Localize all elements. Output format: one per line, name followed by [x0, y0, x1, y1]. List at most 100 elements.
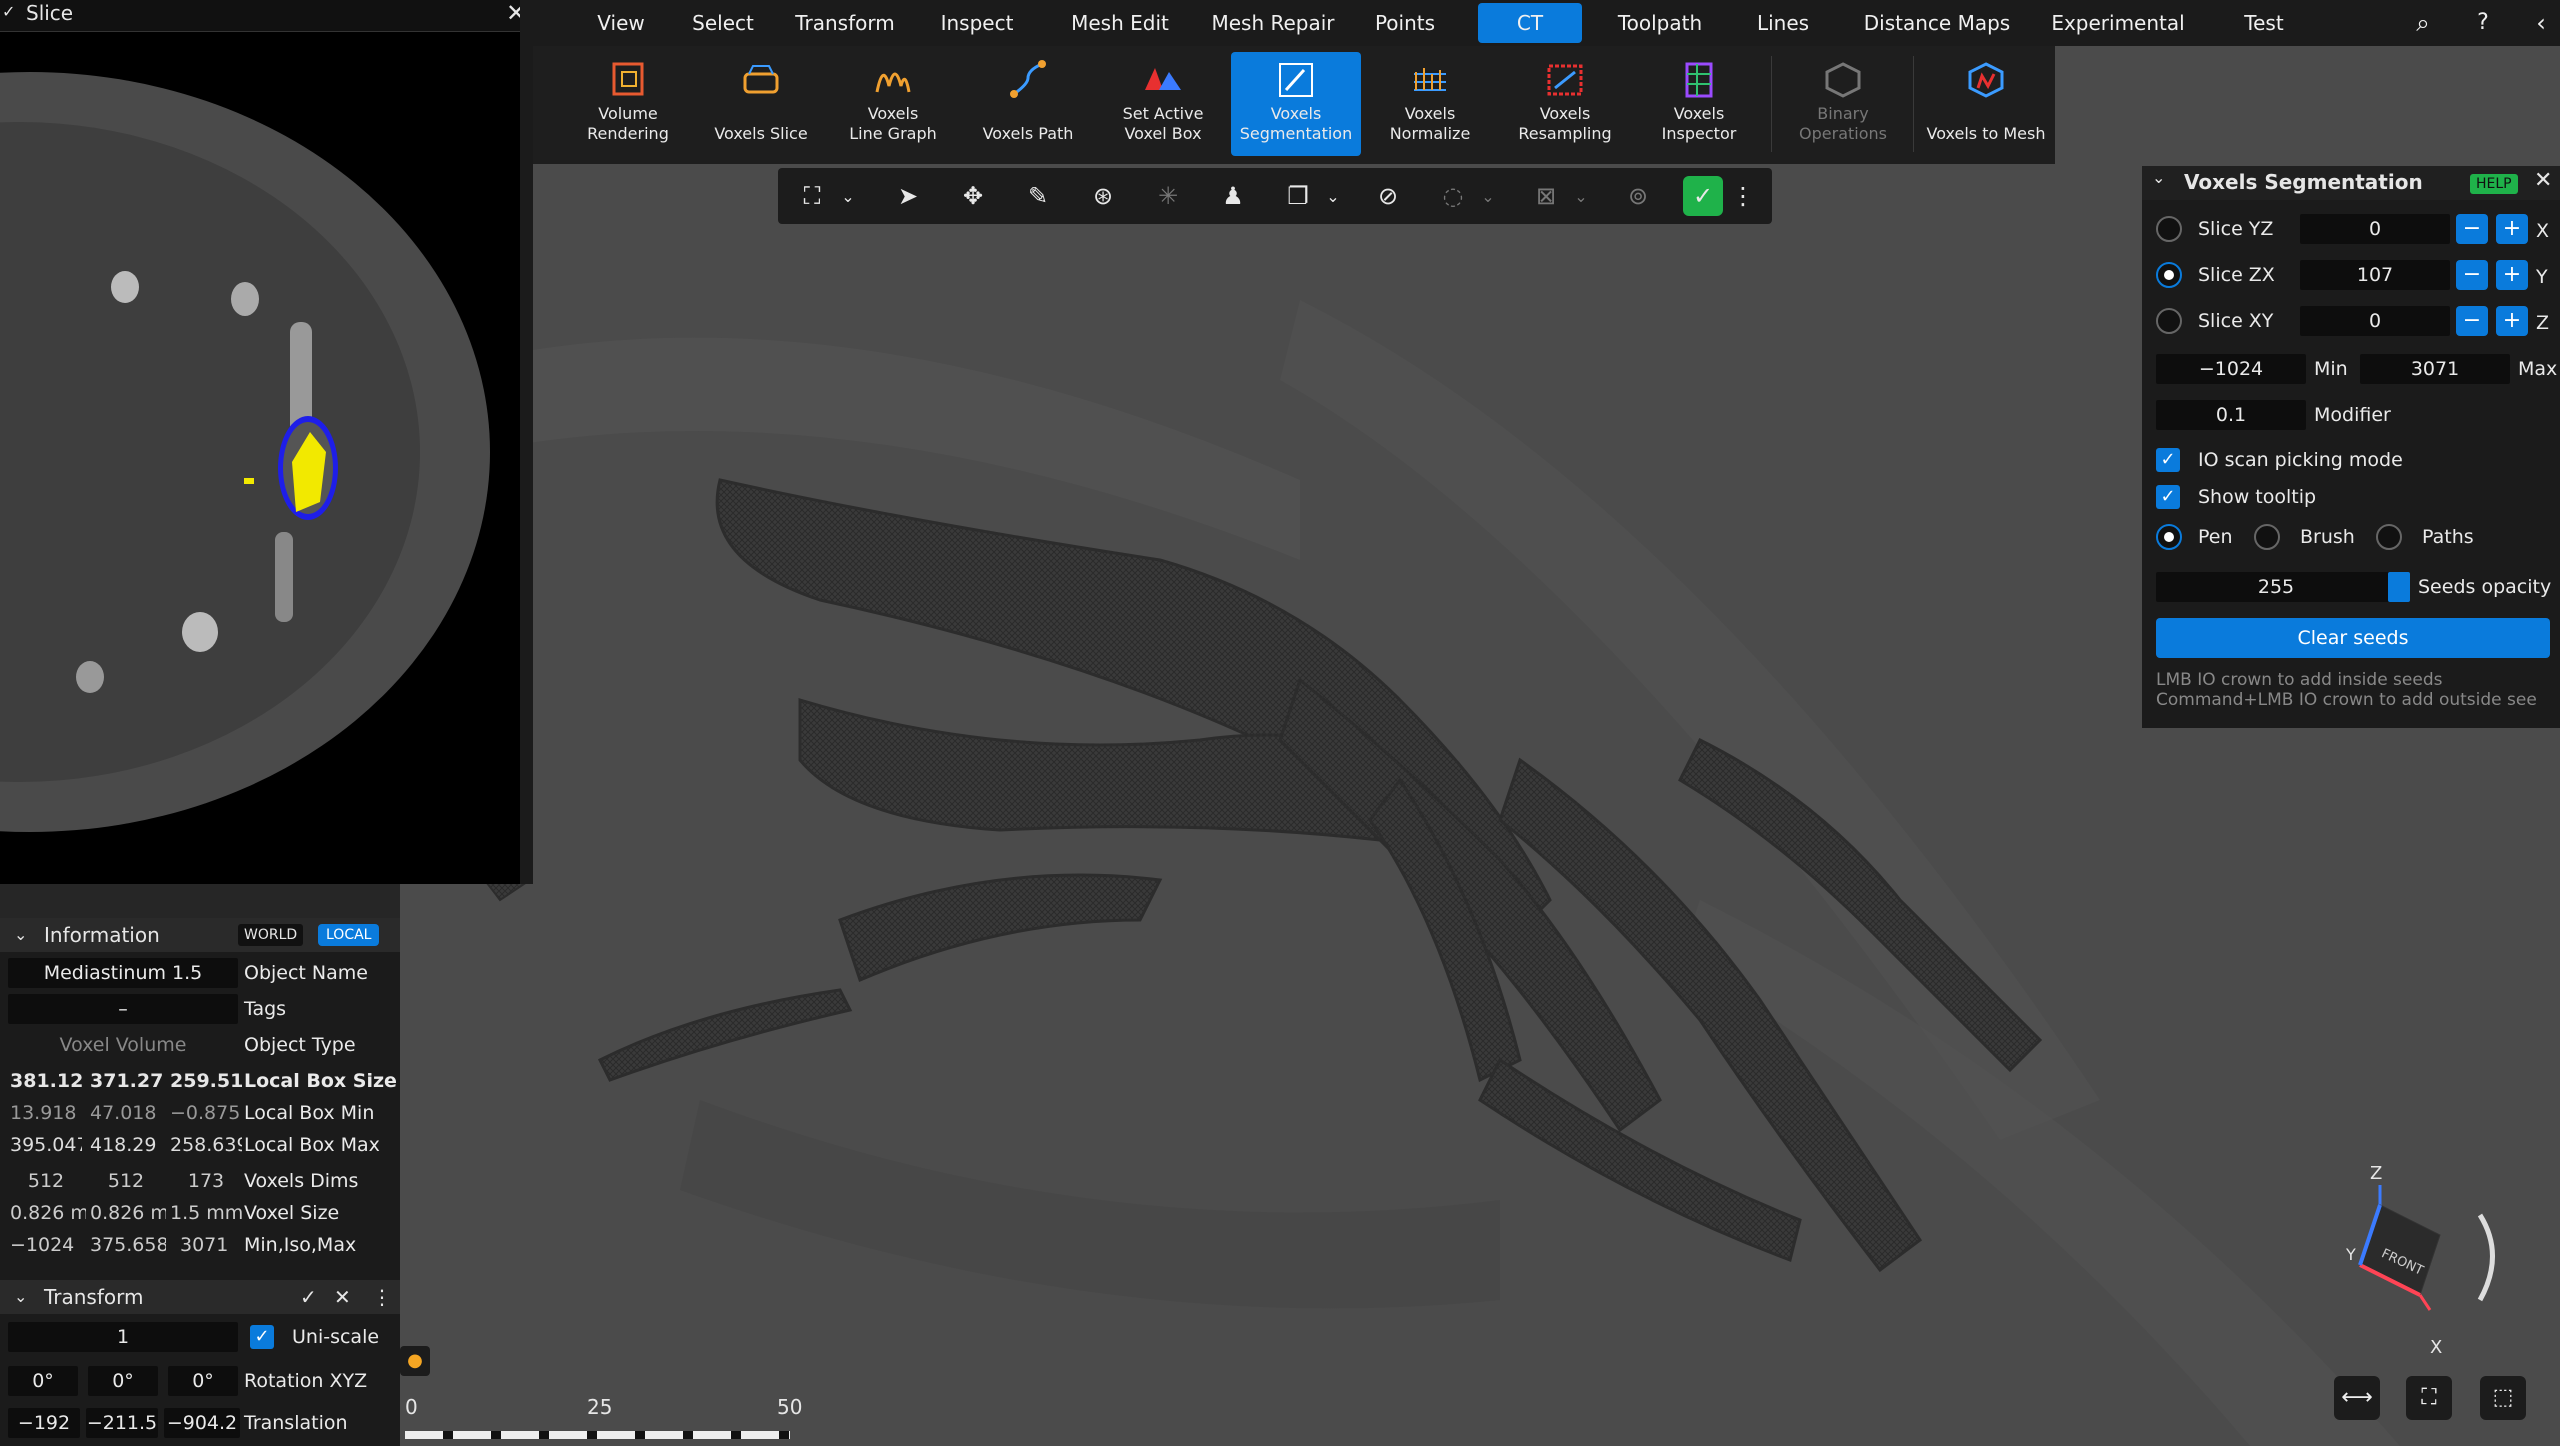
frame-select-icon[interactable]: ⛶ — [792, 176, 832, 216]
fit-view-icon[interactable]: ⛶ — [2406, 1376, 2452, 1420]
more-icon[interactable]: ⋮ — [1731, 176, 1755, 216]
translation-x-input[interactable]: −192 mr — [8, 1408, 80, 1438]
ruler-icon[interactable]: ⟷ — [2334, 1376, 2380, 1420]
hide-icon[interactable]: ⊘ — [1368, 176, 1408, 216]
voxels-path-button[interactable]: Voxels Path — [968, 52, 1088, 156]
slice-yz-input[interactable]: 0 — [2300, 214, 2450, 244]
slice-zx-plus[interactable]: + — [2496, 260, 2528, 290]
view-cube-icon[interactable]: ⬚ — [2480, 1376, 2526, 1420]
voxels-inspector-button[interactable]: Voxels Inspector — [1639, 52, 1759, 156]
steering-icon[interactable]: ⊛ — [1083, 176, 1123, 216]
objects-icon[interactable]: ♟ — [1213, 176, 1253, 216]
menu-mesh-edit[interactable]: Mesh Edit — [1065, 0, 1175, 46]
menu-points[interactable]: Points — [1365, 0, 1445, 46]
box-select-icon[interactable]: ⊠ — [1526, 176, 1566, 216]
voxels-slice-button[interactable]: Voxels Slice — [701, 52, 821, 156]
voxels-segmentation-button[interactable]: Voxels Segmentation — [1231, 52, 1361, 156]
close-icon[interactable]: ✕ — [334, 1280, 351, 1314]
slice-xy-plus[interactable]: + — [2496, 306, 2528, 336]
menu-test[interactable]: Test — [2229, 0, 2299, 46]
chevron-down-icon[interactable]: ⌄ — [828, 176, 868, 216]
edit-shape-icon[interactable]: ✎ — [1018, 176, 1058, 216]
chevron-down-icon[interactable]: ⌄ — [14, 918, 27, 952]
voxels-resampling-button[interactable]: Voxels Resampling — [1501, 52, 1629, 156]
rotation-x-input[interactable]: 0° — [8, 1366, 78, 1396]
voxels-dims-label: Voxels Dims — [244, 1170, 359, 1192]
slice-zx-minus[interactable]: − — [2456, 260, 2488, 290]
move-icon[interactable]: ✥ — [953, 176, 993, 216]
menu-mesh-repair[interactable]: Mesh Repair — [1203, 0, 1343, 46]
set-active-voxel-box-button[interactable]: Set Active Voxel Box — [1101, 52, 1225, 156]
world-toggle[interactable]: WORLD — [238, 924, 304, 946]
chevron-down-icon[interactable]: ⌄ — [1468, 176, 1508, 216]
lasso-icon[interactable]: ◌ — [1433, 176, 1473, 216]
object-name-value[interactable]: Mediastinum 1.5 — [8, 958, 238, 988]
pen-radio[interactable] — [2156, 524, 2182, 550]
local-toggle[interactable]: LOCAL — [318, 924, 380, 946]
no-select-icon[interactable]: ⊚ — [1618, 176, 1658, 216]
brush-radio[interactable] — [2254, 524, 2280, 550]
chevron-down-icon[interactable]: ✓ — [2, 2, 15, 21]
tags-value[interactable]: – — [8, 994, 238, 1024]
menu-toolpath[interactable]: Toolpath — [1600, 0, 1720, 46]
slice-xy-input[interactable]: 0 — [2300, 306, 2450, 336]
duplicate-icon[interactable]: ❐ — [1278, 176, 1318, 216]
mesh-node-icon[interactable]: ✳ — [1148, 176, 1188, 216]
close-icon[interactable]: ✕ — [2534, 168, 2552, 193]
search-icon[interactable]: ⌕ — [2403, 0, 2443, 46]
chevron-down-icon[interactable]: ⌄ — [1313, 176, 1353, 216]
clear-seeds-button[interactable]: Clear seeds — [2156, 618, 2550, 658]
translation-label: Translation — [244, 1412, 348, 1434]
voxels-to-mesh-button[interactable]: Voxels to Mesh — [1921, 52, 2051, 156]
min-input[interactable]: −1024 — [2156, 354, 2306, 384]
scale-input[interactable]: 1 — [8, 1322, 238, 1352]
chevron-left-icon[interactable]: ‹ — [2523, 0, 2559, 46]
orientation-gizmo[interactable]: Z X Y FRONT — [2330, 1163, 2510, 1365]
slice-zx-input[interactable]: 107 — [2300, 260, 2450, 290]
apply-icon[interactable]: ✓ — [300, 1280, 317, 1314]
information-header[interactable]: ⌄ Information WORLD LOCAL — [0, 918, 400, 952]
translation-y-input[interactable]: −211.5 n — [86, 1408, 158, 1438]
menu-ct[interactable]: CT — [1478, 3, 1582, 43]
slice-yz-radio[interactable] — [2156, 216, 2182, 242]
help-badge[interactable]: HELP — [2470, 174, 2518, 194]
menu-experimental[interactable]: Experimental — [2033, 0, 2203, 46]
voxels-normalize-button[interactable]: Voxels Normalize — [1368, 52, 1492, 156]
pointer-icon[interactable]: ➤ — [888, 176, 928, 216]
max-input[interactable]: 3071 — [2360, 354, 2510, 384]
chevron-down-icon[interactable]: ⌄ — [2152, 168, 2165, 187]
menu-select[interactable]: Select — [683, 0, 763, 46]
help-icon[interactable]: ? — [2463, 0, 2503, 46]
modifier-input[interactable]: 0.1 — [2156, 400, 2306, 430]
menu-lines[interactable]: Lines — [1743, 0, 1823, 46]
paths-radio[interactable] — [2376, 524, 2402, 550]
chevron-down-icon[interactable]: ⌄ — [1561, 176, 1601, 216]
rotation-z-input[interactable]: 0° — [168, 1366, 238, 1396]
uniscale-checkbox[interactable]: ✓ — [250, 1325, 274, 1349]
slice-xy-minus[interactable]: − — [2456, 306, 2488, 336]
menu-inspect[interactable]: Inspect — [927, 0, 1027, 46]
slice-yz-minus[interactable]: − — [2456, 214, 2488, 244]
slice-xy-radio[interactable] — [2156, 308, 2182, 334]
ct-slice-image[interactable] — [0, 32, 520, 884]
menu-view[interactable]: View — [581, 0, 661, 46]
transform-header[interactable]: ⌄ Transform ✓ ✕ ⋮ — [0, 1280, 400, 1314]
chevron-down-icon[interactable]: ⌄ — [14, 1280, 27, 1314]
more-icon[interactable]: ⋮ — [372, 1280, 392, 1314]
slice-zx-radio[interactable] — [2156, 262, 2182, 288]
voxels-line-graph-button[interactable]: Voxels Line Graph — [833, 52, 953, 156]
volume-rendering-button[interactable]: Volume Rendering — [573, 52, 683, 156]
seeds-opacity-slider[interactable]: 255 — [2156, 572, 2396, 602]
io-scan-checkbox[interactable]: ✓ — [2156, 448, 2180, 472]
show-tooltip-checkbox[interactable]: ✓ — [2156, 485, 2180, 509]
menu-transform[interactable]: Transform — [785, 0, 905, 46]
slice-panel[interactable]: ✓ Slice ✕ — [0, 0, 533, 884]
menu-distance-maps[interactable]: Distance Maps — [1847, 0, 2027, 46]
seeds-opacity-handle[interactable] — [2388, 572, 2410, 602]
translation-z-input[interactable]: −904.2 n — [164, 1408, 240, 1438]
confirm-icon[interactable]: ✓ — [1683, 176, 1723, 216]
timer-icon[interactable]: ● — [400, 1346, 430, 1376]
binary-operations-button[interactable]: Binary Operations — [1781, 52, 1905, 156]
rotation-y-input[interactable]: 0° — [88, 1366, 158, 1396]
slice-yz-plus[interactable]: + — [2496, 214, 2528, 244]
